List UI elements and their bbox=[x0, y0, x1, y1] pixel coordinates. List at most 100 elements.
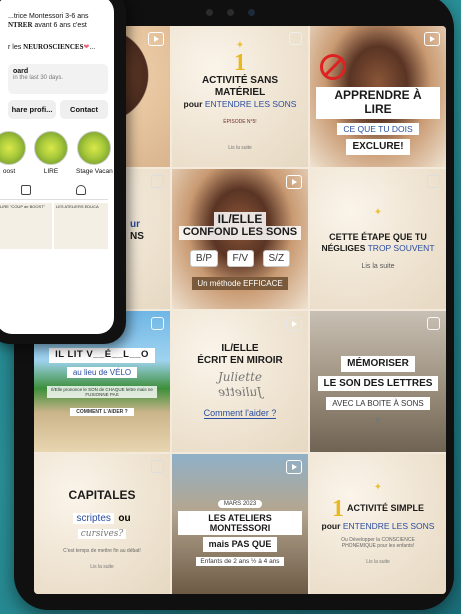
read-more-link: Lis la suite bbox=[361, 262, 395, 270]
post-subtitle: CE QUE TU DOIS bbox=[337, 123, 419, 135]
sound-pair: S/Z bbox=[262, 249, 291, 267]
phone-frame: ...trice Montessori 3-6 ans NTRER avant … bbox=[0, 0, 126, 344]
reel-icon bbox=[286, 459, 302, 474]
post-subtitle-prefix: pour bbox=[183, 99, 203, 110]
read-more-link: Lis la suite bbox=[228, 145, 252, 152]
read-more-link: Lis la suite bbox=[366, 558, 390, 565]
post-title: CONFOND LES SONS bbox=[178, 226, 302, 240]
handwriting-sample: Juliette bbox=[217, 370, 263, 385]
post-episode: ÉPISODE N°5! bbox=[223, 119, 257, 126]
post-tile[interactable]: IL/ELLE ÉCRIT EN MIROIR Juliette Juliett… bbox=[172, 311, 308, 452]
post-tile[interactable]: ✦ 1 ACTIVITÉ SIMPLE pour ENTENDRE LES SO… bbox=[310, 453, 446, 594]
reels-tab-icon[interactable] bbox=[20, 185, 31, 196]
post-title: CAPITALES bbox=[68, 487, 136, 502]
tagged-tab-icon[interactable] bbox=[75, 185, 86, 196]
highlight-cover bbox=[34, 131, 68, 166]
carousel-icon bbox=[427, 174, 440, 188]
post-caption: Ou Développer la CONSCIENCE PHONÉMIQUE p… bbox=[341, 536, 415, 549]
post-title: ÉCRIT EN MIROIR bbox=[197, 355, 283, 367]
post-tile[interactable]: MARS 2023 LES ATELIERS MONTESSORI mais P… bbox=[172, 453, 308, 594]
read-more-link: Lis la suite bbox=[90, 563, 114, 570]
profile-bio: ...trice Montessori 3-6 ans NTRER avant … bbox=[8, 12, 108, 52]
post-title: ACTIVITÉ SANS MATÉRIEL bbox=[201, 75, 279, 99]
post-subtitle: Enfants de 2 ans ½ à 4 ans bbox=[196, 556, 284, 566]
post-title: APPRENDRE À LIRE bbox=[316, 87, 440, 119]
post-subtitle-bold: NÉGLIGES bbox=[321, 242, 366, 253]
highlight-cover bbox=[0, 131, 26, 166]
post-title: mais PAS QUE bbox=[202, 537, 278, 552]
post-tile[interactable]: MÉMORISER LE SON DES LETTRES AVEC LA BOI… bbox=[310, 311, 446, 452]
post-word: ou bbox=[118, 512, 131, 524]
star-icon: ✦ bbox=[373, 481, 383, 493]
post-caption: Il/Elle prononce le SON de CHAQUE lettre… bbox=[47, 386, 157, 399]
carousel-icon bbox=[151, 317, 164, 330]
post-line: NS bbox=[130, 230, 144, 242]
reel-icon bbox=[424, 32, 440, 46]
carousel-icon bbox=[151, 459, 164, 473]
story-highlights: oost LIRE Stage Vacan bbox=[0, 131, 113, 175]
professional-dashboard[interactable]: oard in the last 30 days. bbox=[8, 64, 108, 95]
post-title: ACTIVITÉ SIMPLE bbox=[346, 503, 424, 514]
dashboard-subtitle: in the last 30 days. bbox=[13, 75, 64, 82]
profile-post-thumb[interactable]: LES ATELIERS EDUCA bbox=[54, 203, 108, 250]
bio-bold: NTRER bbox=[8, 21, 33, 30]
bio-line: ...trice Montessori 3-6 ans bbox=[8, 13, 89, 20]
bio-bold: NEUROSCIENCES bbox=[23, 42, 84, 51]
mirrored-handwriting-sample: Juliette bbox=[217, 385, 263, 400]
bio-text: avant 6 ans c'est bbox=[32, 22, 87, 30]
tablet-camera bbox=[206, 9, 255, 16]
post-title: MÉMORISER bbox=[341, 356, 415, 372]
highlight-item[interactable]: Stage Vacan bbox=[76, 131, 113, 175]
post-tile[interactable]: ✦ 1 ACTIVITÉ SANS MATÉRIEL pour ENTENDRE… bbox=[172, 26, 308, 167]
bio-text: r les bbox=[8, 43, 24, 51]
profile-post-grid: LIRE "COUP de BOOST" LES ATELIERS EDUCA bbox=[0, 203, 108, 250]
post-subtitle: AVEC LA BOITE À SONS bbox=[326, 397, 430, 411]
post-tile[interactable]: CAPITALES scriptes ou cursives? C'est te… bbox=[34, 453, 170, 594]
post-word: scriptes bbox=[73, 512, 114, 524]
post-banner: EXCLURE! bbox=[346, 139, 410, 155]
post-tile[interactable]: IL/ELLE CONFOND LES SONS B/P F/V S/Z Un … bbox=[172, 168, 308, 309]
forbidden-icon bbox=[320, 54, 346, 80]
post-number: 1 bbox=[331, 495, 344, 522]
instagram-profile: ...trice Montessori 3-6 ans NTRER avant … bbox=[0, 0, 114, 334]
post-line: ur bbox=[130, 218, 140, 230]
bio-line: r les NEUROSCIENCES❤... bbox=[8, 43, 108, 52]
reel-icon bbox=[286, 174, 302, 189]
sound-pair: B/P bbox=[189, 249, 219, 267]
bio-text: ... bbox=[89, 43, 96, 51]
post-word: cursives? bbox=[77, 528, 127, 539]
post-title: IL/ELLE bbox=[213, 211, 267, 227]
contact-button[interactable]: Contact bbox=[60, 100, 108, 120]
post-footer: Un méthode EFFICACE bbox=[192, 276, 288, 290]
post-subtitle: au lieu de VÉLO bbox=[66, 367, 138, 379]
how-to-help-button: COMMENT L'AIDER ? bbox=[70, 408, 134, 417]
post-tile[interactable]: ✦ CETTE ÉTAPE QUE TU NÉGLIGES TROP SOUVE… bbox=[310, 168, 446, 309]
bio-line: NTRER avant 6 ans c'est bbox=[8, 21, 108, 30]
highlight-label: Stage Vacan bbox=[76, 168, 113, 176]
highlight-label: oost bbox=[2, 168, 16, 176]
star-icon: ★ bbox=[373, 415, 383, 427]
carousel-icon bbox=[151, 174, 164, 188]
star-icon: ✦ bbox=[373, 206, 383, 218]
carousel-icon bbox=[427, 317, 440, 330]
share-profile-button[interactable]: hare profi... bbox=[8, 100, 56, 120]
reel-icon bbox=[286, 317, 302, 331]
highlight-item[interactable]: oost bbox=[0, 131, 26, 175]
help-link: Comment l'aider ? bbox=[203, 408, 277, 420]
post-title: IL/ELLE bbox=[221, 343, 259, 355]
post-subtitle: ENTENDRE LES SONS bbox=[204, 99, 297, 110]
post-title: LE SON DES LETTRES bbox=[317, 375, 439, 392]
post-date: MARS 2023 bbox=[217, 499, 263, 508]
highlight-label: LIRE bbox=[43, 168, 59, 176]
post-title: CETTE ÉTAPE QUE TU bbox=[329, 231, 427, 242]
post-subtitle-prefix: pour bbox=[321, 520, 341, 531]
post-title: LES ATELIERS MONTESSORI bbox=[178, 510, 302, 536]
highlight-item[interactable]: LIRE bbox=[34, 131, 68, 175]
post-subtitle: ENTENDRE LES SONS bbox=[342, 520, 435, 531]
post-tile[interactable]: APPRENDRE À LIRE CE QUE TU DOIS EXCLURE! bbox=[310, 26, 446, 167]
post-title: IL LIT V__É__L__O bbox=[49, 348, 155, 364]
number-one-icon: 1 bbox=[234, 50, 246, 77]
post-subtitle: TROP SOUVENT bbox=[367, 242, 435, 253]
profile-post-thumb[interactable]: LIRE "COUP de BOOST" bbox=[0, 203, 52, 250]
post-caption: C'est temps de mettre fin au débat! bbox=[63, 547, 141, 554]
